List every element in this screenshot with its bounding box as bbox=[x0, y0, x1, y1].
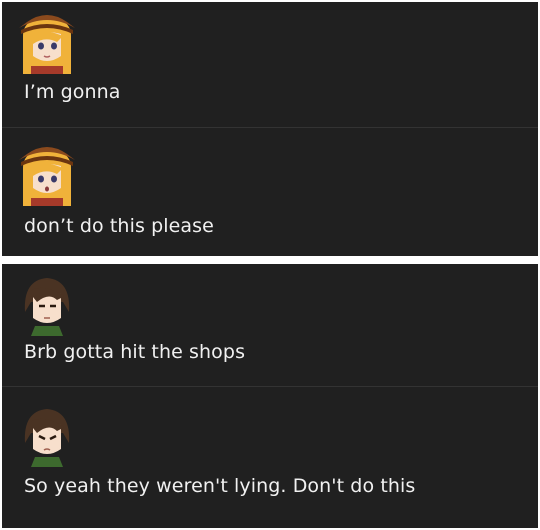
blonde-girl-worried-avatar-icon bbox=[17, 142, 77, 206]
message-entry: So yeah they weren't lying. Don't do thi… bbox=[2, 387, 538, 528]
message-text: I’m gonna bbox=[24, 81, 121, 103]
brown-haired-boy-sad-avatar-icon bbox=[17, 403, 77, 467]
message-text: So yeah they weren't lying. Don't do thi… bbox=[24, 475, 416, 497]
brown-haired-boy-avatar-icon bbox=[17, 272, 77, 336]
message-entry: Brb gotta hit the shops bbox=[2, 264, 538, 386]
conversation-panel-top: I’m gonna don’t do this please bbox=[2, 2, 538, 256]
message-text: don’t do this please bbox=[24, 215, 214, 237]
message-entry: I’m gonna bbox=[2, 2, 538, 127]
message-text: Brb gotta hit the shops bbox=[24, 341, 246, 363]
conversation-panel-bottom: Brb gotta hit the shops So yeah they wer… bbox=[2, 264, 538, 528]
message-entry: don’t do this please bbox=[2, 128, 538, 256]
blonde-girl-avatar-icon bbox=[17, 10, 77, 74]
